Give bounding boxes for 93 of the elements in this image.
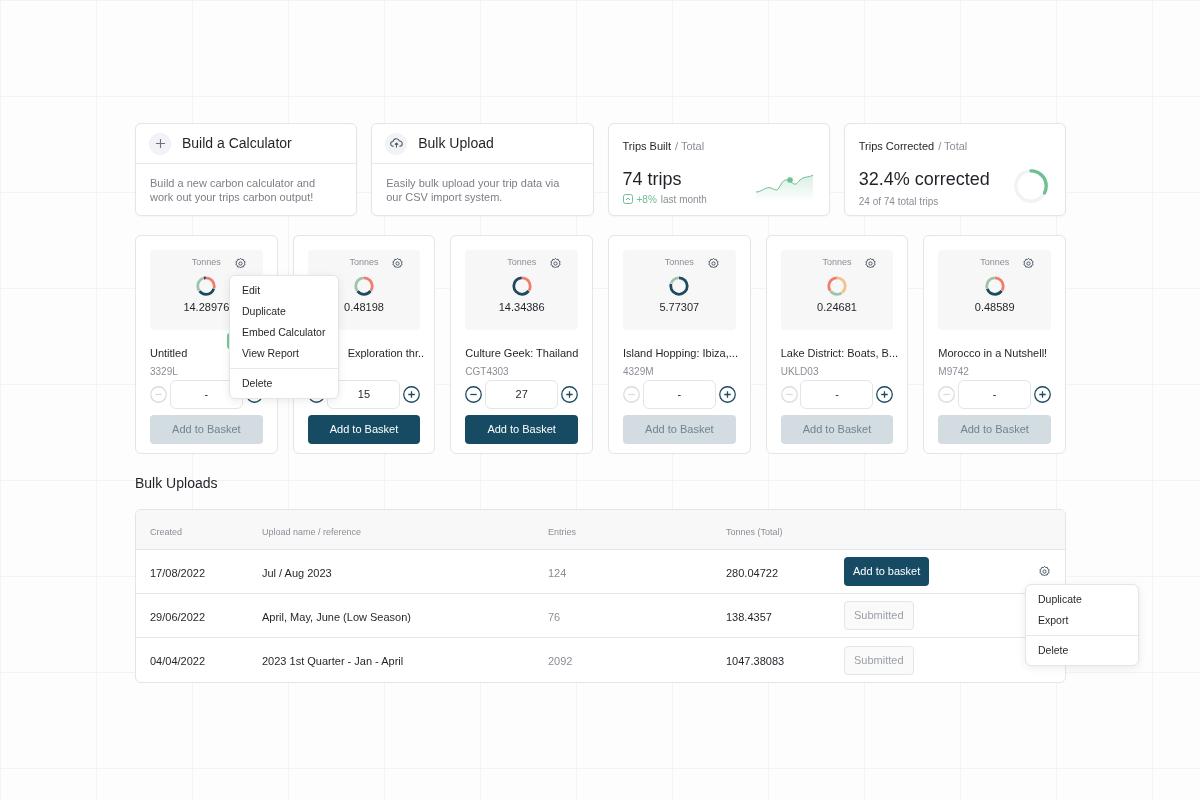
- action-card[interactable]: Bulk Upload Easily bulk upload your trip data via our CSV import system.: [371, 123, 594, 216]
- trip-code: M9742: [938, 366, 969, 377]
- trip-name: Morocco in a Nutshell!: [938, 346, 1048, 361]
- column-header: Upload name / reference: [262, 526, 362, 537]
- donut-chart: [353, 274, 375, 297]
- column-header: Created: [150, 526, 183, 537]
- table-cell: 76: [548, 610, 561, 623]
- settings-icon[interactable]: [706, 257, 720, 270]
- stat-subtitle: / Total: [938, 139, 968, 154]
- card-description: Easily bulk upload your trip data via our CSV import system.: [385, 176, 561, 204]
- trip-code: 3329L: [150, 366, 178, 377]
- settings-icon[interactable]: [1022, 257, 1035, 270]
- unit-label: Tonnes: [822, 256, 852, 269]
- tonnes-value: 5.77307: [659, 299, 700, 315]
- trend-up-icon: [622, 194, 633, 204]
- plus-button[interactable]: [1034, 386, 1051, 403]
- donut-chart: [983, 274, 1006, 297]
- quantity-field[interactable]: -: [800, 380, 874, 409]
- menu-item[interactable]: Duplicate: [1026, 589, 1138, 610]
- plus-icon: [149, 132, 171, 155]
- table-cell: 138.4357: [726, 610, 772, 623]
- unit-label: Tonnes: [349, 256, 379, 269]
- add-to-basket-button[interactable]: Add to Basket: [465, 415, 578, 444]
- change-note: last month: [660, 192, 707, 207]
- quantity-field[interactable]: 27: [485, 380, 559, 409]
- stat-note: 24 of 74 total trips: [858, 194, 940, 209]
- table-cell: 2023 1st Quarter - Jan - April: [262, 655, 404, 667]
- table-cell: 2092: [548, 655, 573, 667]
- tonnes-value: 0.24681: [817, 299, 857, 315]
- plus-button[interactable]: [561, 386, 578, 403]
- stat-value: 74 trips: [622, 167, 683, 190]
- trip-name: Lake District: Boats, B...: [780, 346, 899, 361]
- trip-code: CGT4303: [465, 366, 509, 377]
- menu-item[interactable]: Embed Calculator: [230, 322, 338, 343]
- stat-title: Trips Built: [622, 139, 671, 154]
- tonnes-value: 14.28976: [183, 299, 230, 315]
- tonnes-value: 0.48589: [974, 299, 1015, 315]
- quantity-field[interactable]: -: [642, 380, 716, 409]
- tonnes-value: 14.34386: [498, 299, 545, 315]
- card-title: Bulk Upload: [418, 134, 494, 153]
- donut-chart: [510, 274, 533, 297]
- card-title: Build a Calculator: [182, 134, 292, 153]
- table-cell: 17/08/2022: [150, 566, 206, 579]
- column-header: Tonnes (Total): [726, 526, 783, 537]
- donut-chart: [826, 274, 848, 297]
- settings-icon[interactable]: [391, 257, 405, 270]
- trip-code: UKLD03: [780, 366, 819, 377]
- unit-label: Tonnes: [980, 256, 1010, 269]
- trip-name: Exploration thr..: [347, 346, 425, 361]
- settings-icon[interactable]: [864, 257, 878, 270]
- trip-name: Culture Geek: Thailand: [465, 346, 579, 361]
- settings-icon[interactable]: [233, 257, 247, 270]
- progress-ring: [1012, 167, 1050, 205]
- trip-code: 4329M: [623, 366, 654, 377]
- table-cell: April, May, June (Low Season): [262, 610, 411, 623]
- section-title: Bulk Uploads: [135, 474, 219, 493]
- quantity-field[interactable]: -: [958, 380, 1032, 409]
- unit-label: Tonnes: [191, 256, 221, 269]
- card-description: Build a new carbon calculator and work out your trips carbon output!: [149, 176, 317, 204]
- table-cell: 280.04722: [726, 566, 778, 579]
- change-value: +8%: [636, 192, 657, 207]
- plus-button[interactable]: [403, 386, 421, 403]
- stat-value: 32.4% corrected: [858, 167, 990, 190]
- unit-label: Tonnes: [664, 256, 694, 269]
- cloud-upload-icon: [385, 132, 408, 155]
- stat-title: Trips Corrected: [858, 139, 935, 154]
- stat-subtitle: / Total: [675, 139, 705, 154]
- action-card[interactable]: Build a Calculator Build a new carbon calculator and work out your trips carbon output!: [135, 123, 358, 216]
- menu-item[interactable]: View Report: [230, 343, 338, 364]
- plus-button[interactable]: [876, 386, 894, 403]
- table-cell: 1047.38083: [726, 655, 785, 667]
- tonnes-value: 0.48198: [344, 299, 384, 315]
- settings-icon[interactable]: [1038, 565, 1051, 578]
- table-cell: 29/06/2022: [150, 610, 206, 623]
- table-cell: Jul / Aug 2023: [262, 566, 332, 579]
- unit-label: Tonnes: [507, 256, 537, 269]
- table-cell: 04/04/2022: [150, 655, 206, 667]
- add-to-basket-button[interactable]: Add to Basket: [307, 415, 421, 444]
- menu-item[interactable]: Export: [1026, 610, 1138, 631]
- table-cell: 124: [548, 566, 567, 579]
- donut-chart: [668, 274, 691, 297]
- settings-icon[interactable]: [549, 257, 562, 270]
- minus-button[interactable]: [465, 386, 483, 403]
- menu-item[interactable]: Edit: [230, 280, 338, 301]
- menu-item[interactable]: Delete: [1026, 635, 1138, 661]
- donut-chart: [195, 274, 218, 297]
- trip-name: Untitled: [150, 346, 188, 361]
- plus-button[interactable]: [718, 386, 736, 403]
- trip-name: Island Hopping: Ibiza,...: [623, 346, 738, 361]
- add-to-basket-button[interactable]: Add to basket: [844, 557, 930, 586]
- menu-item[interactable]: Delete: [230, 368, 338, 394]
- column-header: Entries: [548, 526, 576, 537]
- menu-item[interactable]: Duplicate: [230, 301, 338, 322]
